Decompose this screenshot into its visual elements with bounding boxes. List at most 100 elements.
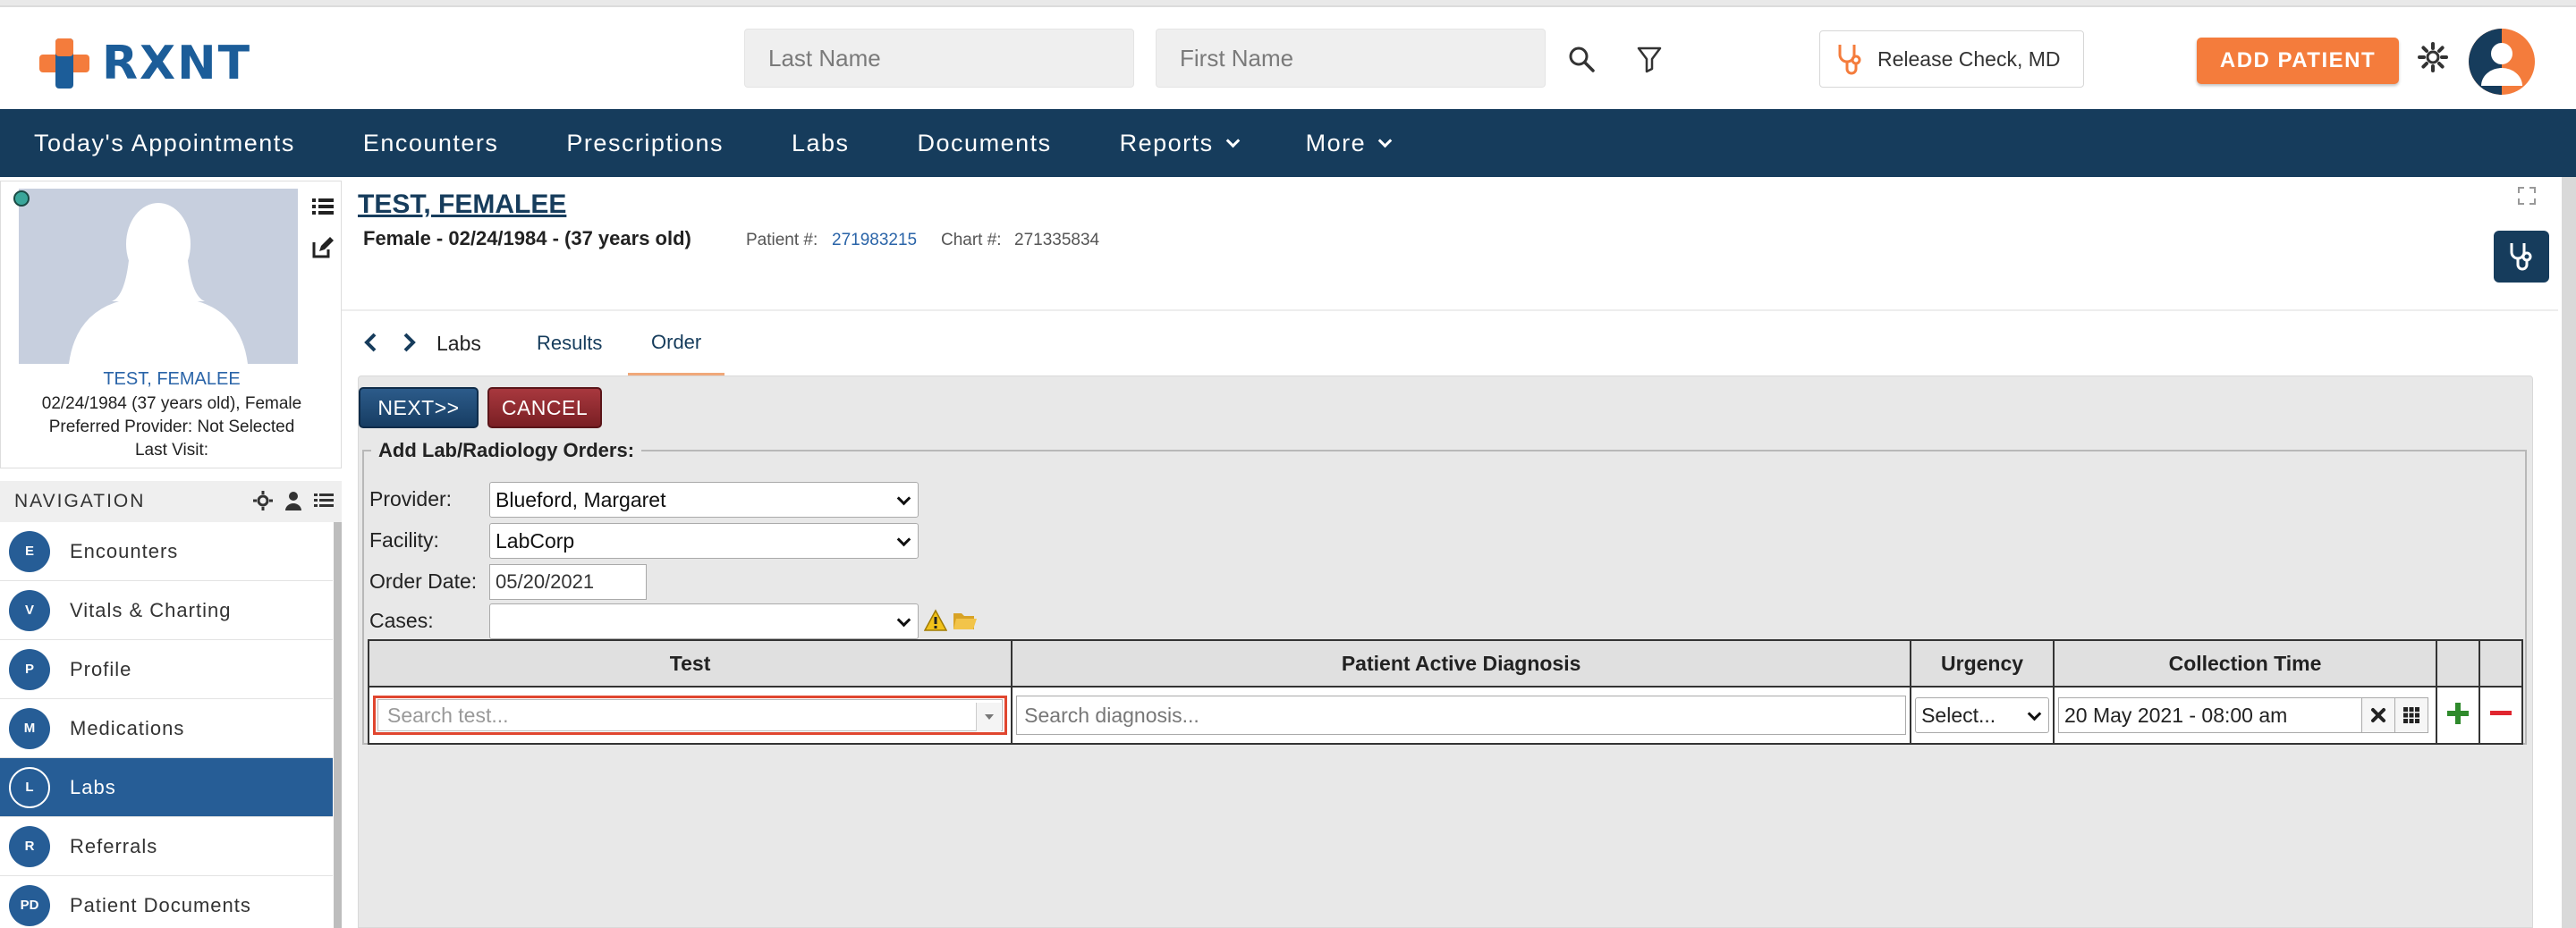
nav-item-label: Prescriptions	[566, 129, 724, 156]
provider-name: Release Check, MD	[1877, 46, 2061, 71]
navigation-tools	[252, 490, 335, 517]
nav-item-more[interactable]: More	[1272, 109, 1425, 177]
logo-text: RXNT	[102, 37, 252, 90]
card-last-visit: Last Visit:	[134, 441, 209, 460]
patient-number-label: Patient #:	[746, 231, 818, 249]
person-icon[interactable]	[283, 490, 304, 517]
expand-icon[interactable]	[2517, 186, 2537, 206]
test-cell	[367, 686, 1013, 745]
back-arrow-icon[interactable]	[358, 329, 385, 356]
page-scrollbar[interactable]	[2562, 177, 2576, 928]
tab-results[interactable]: Results	[537, 311, 602, 375]
edit-icon[interactable]	[310, 235, 335, 260]
urgency-select[interactable]: Select...	[1915, 697, 2049, 733]
minus-icon[interactable]	[2488, 710, 2513, 730]
plus-icon[interactable]	[2445, 702, 2470, 730]
sidebar-item-label: Medications	[70, 716, 185, 739]
navigation-title: NAVIGATION	[14, 491, 146, 511]
main-nav-bar: Today's Appointments Encounters Prescripti…	[0, 109, 2576, 177]
folder-icon[interactable]	[953, 611, 978, 637]
sidebar-item-patient-documents[interactable]: PD Patient Documents	[0, 876, 333, 928]
chevron-down-icon	[1377, 133, 1393, 148]
caret-down-icon[interactable]	[976, 703, 1002, 731]
nav-item-today-s-appointments[interactable]: Today's Appointments	[0, 109, 329, 177]
tab-order[interactable]: Order	[628, 311, 725, 375]
sidebar-nav-list: E Encounters V Vitals & Charting P Profile M Me…	[0, 522, 333, 928]
clinical-tools-button[interactable]	[2494, 231, 2549, 283]
last-name-input[interactable]	[744, 29, 1134, 88]
provider-selector-button[interactable]: Release Check, MD	[1819, 30, 2084, 88]
card-patient-name[interactable]: TEST, FEMALEE	[1, 369, 343, 390]
filter-icon[interactable]	[1631, 41, 1667, 77]
collection-time-control	[2058, 696, 2432, 735]
provider-select[interactable]: Blueford, Margaret	[489, 482, 919, 518]
column-header-test: Test	[367, 639, 1013, 688]
tab-section-labs: Labs	[436, 331, 481, 355]
nav-item-documents[interactable]: Documents	[884, 109, 1086, 177]
sidebar-item-labs[interactable]: L Labs	[0, 758, 333, 817]
rxnt-logo[interactable]: RXNT	[36, 32, 251, 95]
nav-item-reports[interactable]: Reports	[1086, 109, 1272, 177]
sidebar-item-label: Profile	[70, 657, 132, 680]
sidebar-item-vitals-charting[interactable]: V Vitals & Charting	[0, 581, 333, 640]
sidebar-item-badge: PD	[9, 884, 50, 926]
column-header-add	[2435, 639, 2480, 688]
test-search-input[interactable]	[377, 699, 1004, 731]
cross-logo-icon	[39, 38, 89, 89]
patient-photo	[19, 189, 298, 364]
calendar-grid-icon[interactable]	[2394, 697, 2428, 733]
facility-select-value: LabCorp	[496, 528, 575, 553]
nav-item-encounters[interactable]: Encounters	[329, 109, 533, 177]
list-icon[interactable]	[310, 194, 335, 219]
user-silhouette-icon	[2469, 29, 2522, 95]
facility-select[interactable]: LabCorp	[489, 523, 919, 559]
app-root: RXNT Release Check, MD ADD PATIENT	[0, 0, 2576, 928]
sidebar-item-label: Referrals	[70, 834, 158, 857]
card-dob: 02/24/1984 (37 years old), Female	[41, 394, 302, 413]
order-date-label: Order Date:	[369, 569, 478, 593]
patient-number-value: 271983215	[832, 231, 918, 249]
cases-label: Cases:	[369, 609, 434, 632]
patient-card: TEST, FEMALEE 02/24/1984 (37 years old),…	[0, 181, 342, 468]
first-name-input[interactable]	[1156, 29, 1546, 88]
nav-item-label: Documents	[917, 129, 1052, 156]
gear-icon[interactable]	[2415, 39, 2451, 75]
collection-time-cell	[2053, 686, 2437, 745]
patient-demographics: Female - 02/24/1984 - (37 years old)	[363, 227, 691, 249]
nav-item-prescriptions[interactable]: Prescriptions	[532, 109, 758, 177]
sidebar-scrollbar[interactable]	[334, 522, 342, 928]
chevron-down-icon	[896, 491, 911, 506]
sidebar-item-badge: E	[9, 530, 50, 572]
add-patient-button[interactable]: ADD PATIENT	[2197, 38, 2399, 84]
nav-item-labs[interactable]: Labs	[758, 109, 884, 177]
card-preferred-provider: Preferred Provider: Not Selected	[48, 418, 295, 436]
cases-select[interactable]	[489, 603, 919, 639]
order-date-input[interactable]	[489, 564, 647, 600]
list-view-icon[interactable]	[313, 490, 335, 517]
chart-number-label: Chart #:	[941, 231, 1002, 249]
sidebar-item-profile[interactable]: P Profile	[0, 640, 333, 699]
main-content: TEST, FEMALEE Female - 02/24/1984 - (37 …	[342, 177, 2576, 928]
user-avatar[interactable]	[2469, 29, 2535, 95]
cancel-button[interactable]: CANCEL	[487, 387, 602, 428]
chevron-down-icon	[1225, 133, 1240, 148]
forward-arrow-icon[interactable]	[395, 329, 422, 356]
column-header-remove	[2478, 639, 2524, 688]
settings-gear-icon[interactable]	[252, 490, 274, 517]
patient-name-link[interactable]: TEST, FEMALEE	[358, 190, 566, 220]
sidebar-item-label: Patient Documents	[70, 893, 251, 916]
warning-icon[interactable]	[923, 609, 948, 637]
orders-table: Test Patient Active Diagnosis Urgency Co…	[367, 639, 2524, 745]
next-button[interactable]: NEXT>>	[359, 387, 479, 428]
clear-x-icon[interactable]	[2361, 697, 2395, 733]
sidebar-item-label: Labs	[70, 775, 116, 798]
diagnosis-search-input[interactable]	[1016, 696, 1907, 735]
sidebar-item-referrals[interactable]: R Referrals	[0, 817, 333, 876]
search-icon[interactable]	[1563, 41, 1599, 77]
urgency-select-value: Select...	[1921, 703, 1996, 727]
sidebar-item-medications[interactable]: M Medications	[0, 699, 333, 758]
collection-time-input[interactable]	[2058, 697, 2362, 733]
order-form-area: NEXT>> CANCEL Add Lab/Radiology Orders: …	[358, 375, 2533, 928]
sidebar-item-encounters[interactable]: E Encounters	[0, 522, 333, 581]
diagnosis-cell	[1011, 686, 1912, 745]
